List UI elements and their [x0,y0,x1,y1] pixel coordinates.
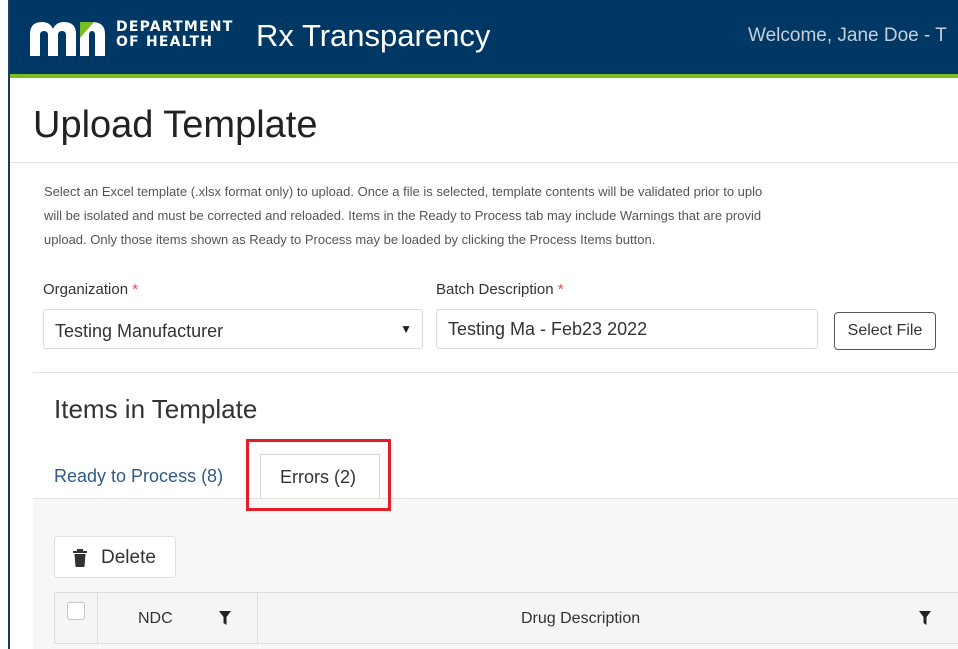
app-title[interactable]: Rx Transparency [256,18,490,54]
logo-line-2: OF HEALTH [116,34,214,50]
left-border [8,0,10,649]
instruction-line: Select an Excel template (.xlsx format o… [44,184,763,199]
filter-icon[interactable] [919,611,931,625]
mn-logo-icon[interactable] [28,20,108,58]
instruction-line: upload. Only those items shown as Ready … [44,232,656,247]
batch-description-input[interactable] [436,309,818,349]
welcome-user-menu[interactable]: Welcome, Jane Doe - T [748,25,947,47]
grid-header-row: NDC Drug Description [54,592,958,645]
filter-icon[interactable] [219,611,231,625]
column-separator [97,593,98,645]
tab-errors-label: Errors (2) [280,467,356,487]
header-accent-line [10,74,958,78]
organization-selected-value: Testing Manufacturer [55,321,224,341]
department-logo-text: DEPARTMENT OF HEALTH [116,20,233,50]
required-indicator: * [132,281,139,298]
instructions-text: Select an Excel template (.xlsx format o… [44,180,958,252]
organization-select[interactable]: Testing Manufacturer ▼ [43,309,423,349]
app-window: DEPARTMENT OF HEALTH Rx Transparency Wel… [0,0,958,649]
select-all-checkbox[interactable] [67,602,85,620]
column-separator [257,593,258,645]
delete-button-label: Delete [101,547,156,568]
tab-ready-to-process[interactable]: Ready to Process (8) [54,465,223,487]
organization-label-text: Organization [43,281,129,298]
select-file-button[interactable]: Select File [834,312,936,350]
dropdown-caret-icon: ▼ [400,322,412,336]
column-header-drug-description[interactable]: Drug Description [521,609,640,629]
delete-button[interactable]: Delete [54,536,176,578]
trash-icon [73,549,87,567]
logo-line-1: DEPARTMENT [116,19,234,35]
batch-description-label-text: Batch Description [436,281,554,298]
title-divider [10,162,958,163]
batch-description-label: Batch Description * [436,281,564,299]
page-title: Upload Template [33,104,318,146]
items-section-title: Items in Template [54,394,258,424]
section-divider [33,372,958,373]
tab-errors[interactable]: Errors (2) [260,454,380,498]
required-indicator: * [557,281,564,298]
organization-label: Organization * [43,281,138,299]
instruction-line: will be isolated and must be corrected a… [44,208,762,223]
column-header-ndc[interactable]: NDC [138,609,173,629]
